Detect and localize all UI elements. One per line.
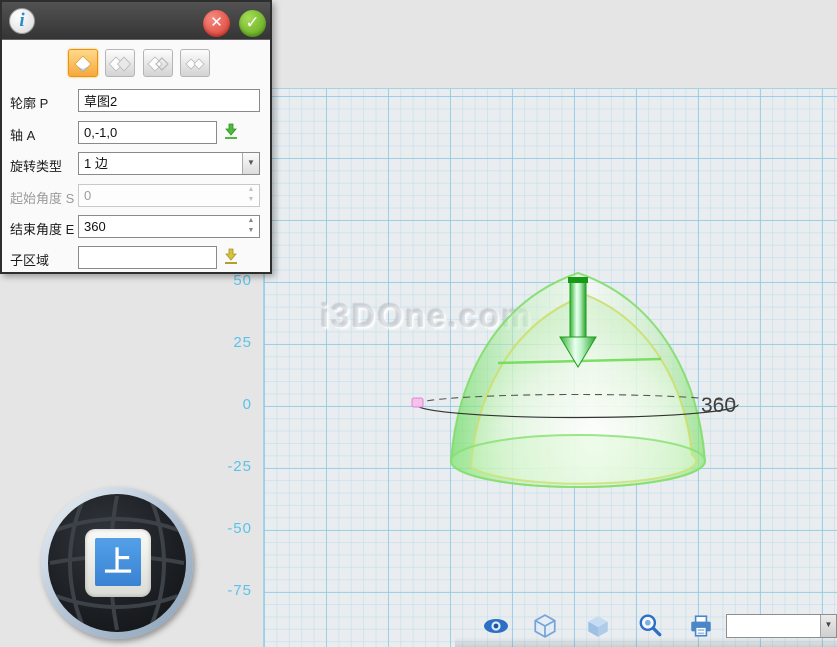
axis-tick-n25: -25 <box>200 458 252 475</box>
revolve-type-toolbar <box>68 49 213 77</box>
dialog-titlebar[interactable]: i ✕ ✓ <box>2 2 270 40</box>
axis-input[interactable] <box>78 121 217 144</box>
revolve-axis-arrow-cap <box>568 277 588 283</box>
solid-cube-icon[interactable] <box>583 613 613 639</box>
subregion-input[interactable] <box>78 246 217 269</box>
bottom-edge-shadow <box>455 637 837 647</box>
chevron-down-icon[interactable]: ▼ <box>242 153 259 174</box>
revolve-dialog: i ✕ ✓ <box>0 0 272 274</box>
spinner-down-icon: ▼ <box>245 196 257 203</box>
revolve-type-label: 旋转类型 <box>10 156 62 175</box>
spinner-down-icon: ▼ <box>245 227 257 234</box>
pick-subregion-arrow-yellow-icon[interactable] <box>222 248 240 266</box>
end-angle-label: 结束角度 E <box>10 219 74 238</box>
angle-value-label: 360 <box>701 394 736 417</box>
end-angle-input[interactable] <box>78 215 260 238</box>
view-cube-face[interactable]: 上 <box>85 529 151 597</box>
revolve-axis-arrow-shaft <box>570 281 586 337</box>
axis-tick-0: 0 <box>200 396 252 413</box>
profile-input[interactable] <box>78 89 260 112</box>
info-icon[interactable]: i <box>9 8 35 34</box>
axis-tick-n75: -75 <box>200 582 252 599</box>
axis-tick-25: 25 <box>200 334 252 351</box>
revolve-type-4-button[interactable] <box>180 49 210 77</box>
profile-label: 轮廓 P <box>10 93 48 112</box>
revolve-type-dropdown[interactable]: 1 边 ▼ <box>78 152 260 175</box>
view-preset-dropdown[interactable]: ▼ <box>726 614 837 638</box>
confirm-button[interactable]: ✓ <box>239 10 266 37</box>
angle-drag-handle <box>412 398 423 407</box>
spinner-up-icon: ▲ <box>245 186 257 193</box>
dome-base-rim <box>451 435 705 487</box>
revolve-type-2-icon <box>109 54 131 74</box>
zoom-magnifier-icon[interactable] <box>635 613 665 639</box>
start-angle-input <box>78 184 260 207</box>
cancel-button[interactable]: ✕ <box>203 10 230 37</box>
revolve-type-2-button[interactable] <box>105 49 135 77</box>
subregion-label: 子区域 <box>10 250 49 269</box>
end-angle-spinner[interactable]: ▲ ▼ <box>245 217 257 234</box>
revolve-type-value: 1 边 <box>84 156 108 171</box>
start-angle-label: 起始角度 S <box>10 188 74 207</box>
chevron-down-icon[interactable]: ▼ <box>820 615 836 637</box>
axis-tick-50: 50 <box>200 272 252 289</box>
spinner-up-icon: ▲ <box>245 217 257 224</box>
eye-icon[interactable] <box>481 613 511 639</box>
view-sphere[interactable]: 上 <box>48 494 186 632</box>
printer-icon[interactable] <box>686 613 716 639</box>
start-angle-spinner: ▲ ▼ <box>245 186 257 203</box>
revolve-preview-scene: 360 <box>264 89 837 647</box>
revolve-type-4-icon <box>184 54 206 74</box>
pick-axis-arrow-green-icon[interactable] <box>222 123 240 141</box>
axis-label: 轴 A <box>10 125 35 144</box>
revolve-type-1-icon <box>72 54 94 74</box>
view-cube-face-top[interactable]: 上 <box>95 538 141 586</box>
wireframe-cube-icon[interactable] <box>530 613 560 639</box>
viewport-canvas[interactable]: i3DOne.com <box>263 88 837 647</box>
revolve-type-3-icon <box>147 54 169 74</box>
view-navigation-widget[interactable]: 上 <box>41 487 193 639</box>
axis-tick-n50: -50 <box>200 520 252 537</box>
revolve-type-1-button[interactable] <box>68 49 98 77</box>
revolve-type-3-button[interactable] <box>143 49 173 77</box>
